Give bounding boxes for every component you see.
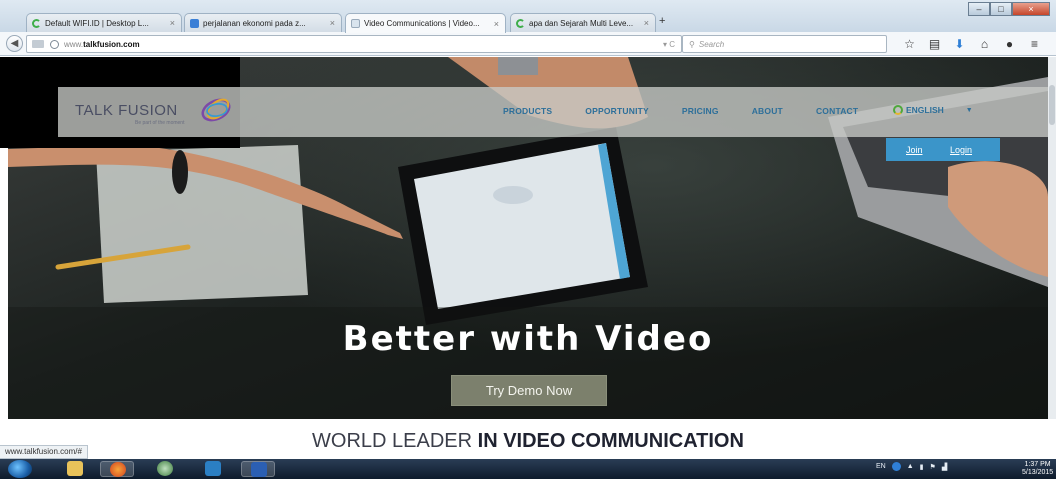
back-arrow-icon: ◀ bbox=[10, 38, 19, 49]
menu-pricing[interactable]: PRICING bbox=[682, 106, 719, 116]
maximize-button[interactable]: □ bbox=[990, 2, 1012, 16]
help-icon[interactable] bbox=[891, 462, 901, 471]
menu-icon[interactable]: ≡ bbox=[1025, 36, 1044, 52]
logo-text: TALK FUSION bbox=[75, 102, 178, 119]
media-center-icon[interactable] bbox=[148, 461, 182, 477]
browser-tab-strip: Default WIFI.ID | Desktop L... × perjala… bbox=[0, 0, 1056, 33]
firefox-glyph bbox=[110, 462, 126, 477]
tab-title: Default WIFI.ID | Desktop L... bbox=[45, 18, 149, 28]
minimize-button[interactable]: – bbox=[968, 2, 990, 16]
chat-icon[interactable]: ● bbox=[1000, 36, 1019, 52]
caret-down-icon: ▼ bbox=[965, 106, 973, 114]
talkfusion-logo[interactable]: TALK FUSION bbox=[75, 102, 178, 119]
download-icon[interactable]: ⬇ bbox=[950, 36, 969, 52]
tagline-light: WORLD LEADER bbox=[312, 430, 478, 452]
tab-close-icon[interactable]: × bbox=[644, 18, 649, 28]
tray-language[interactable]: EN bbox=[876, 463, 886, 470]
search-icon: ⚲ bbox=[689, 39, 695, 49]
window-controls: – □ × bbox=[968, 2, 1050, 16]
start-button[interactable] bbox=[8, 460, 32, 478]
scrollbar-thumb[interactable] bbox=[1049, 85, 1055, 125]
reading-list-icon[interactable]: ▤ bbox=[925, 36, 944, 52]
main-menu: PRODUCTS OPPORTUNITY PRICING ABOUT CONTA… bbox=[503, 106, 858, 116]
menu-opportunity[interactable]: OPPORTUNITY bbox=[585, 106, 649, 116]
url-prefix: www. bbox=[64, 39, 84, 49]
tab-video-communications[interactable]: Video Communications | Video... × bbox=[345, 13, 506, 33]
back-button[interactable]: ◀ bbox=[6, 35, 23, 52]
new-tab-button[interactable]: + bbox=[659, 15, 665, 27]
green-circle-icon bbox=[516, 18, 525, 28]
flag-icon[interactable]: ⚑ bbox=[930, 463, 936, 471]
reload-dropdown[interactable]: ▾ C bbox=[663, 40, 675, 49]
signal-icon[interactable]: ▟ bbox=[942, 463, 947, 471]
tab-close-icon[interactable]: × bbox=[330, 18, 335, 28]
tab-close-icon[interactable]: × bbox=[170, 18, 175, 28]
screen: Default WIFI.ID | Desktop L... × perjala… bbox=[0, 0, 1056, 479]
logo-swirl-icon bbox=[201, 98, 231, 122]
search-placeholder: Search bbox=[698, 39, 725, 49]
word-glyph bbox=[251, 462, 267, 477]
green-circle-icon bbox=[32, 18, 41, 28]
web-page: Better with Video Try Demo Now TALK FUSI… bbox=[0, 57, 1056, 479]
system-tray: EN ▲ ▮ ⚑ ▟ bbox=[876, 462, 947, 471]
login-link[interactable]: Login bbox=[950, 145, 972, 155]
tab-default-wifi[interactable]: Default WIFI.ID | Desktop L... × bbox=[26, 13, 182, 32]
network-icon[interactable]: ▲ bbox=[907, 463, 914, 470]
file-explorer-icon[interactable] bbox=[58, 461, 92, 477]
tab-title: Video Communications | Video... bbox=[364, 19, 480, 28]
hero-title: Better with Video bbox=[342, 319, 714, 359]
toolbar-icons: ☆ ▤ ⬇ ⌂ ● ≡ bbox=[900, 36, 1044, 52]
media-player-glyph bbox=[205, 461, 221, 476]
talkfusion-icon bbox=[351, 19, 360, 28]
status-url: www.talkfusion.com/# bbox=[0, 445, 88, 459]
firefox-icon[interactable] bbox=[100, 461, 134, 477]
logo-tagline: Be part of the moment bbox=[135, 120, 185, 126]
join-link[interactable]: Join bbox=[906, 145, 923, 155]
star-icon[interactable]: ☆ bbox=[900, 36, 919, 52]
url-domain: talkfusion.com bbox=[83, 39, 140, 49]
tab-close-icon[interactable]: × bbox=[494, 19, 499, 29]
clock-date: 5/13/2015 bbox=[1022, 469, 1054, 476]
url-text: www.talkfusion.com bbox=[64, 40, 140, 49]
tab-title: apa dan Sejarah Multi Leve... bbox=[529, 18, 634, 28]
tab-perjalanan[interactable]: perjalanan ekonomi pada z... × bbox=[184, 13, 342, 32]
media-player-icon[interactable] bbox=[196, 461, 230, 477]
page-scrollbar[interactable] bbox=[1048, 57, 1056, 419]
media-center-glyph bbox=[157, 461, 173, 476]
language-selector[interactable]: ENGLISH ▼ bbox=[893, 105, 973, 115]
browser-nav-bar: ◀ www.talkfusion.com ▾ C ⚲ Search ☆ ▤ ⬇ … bbox=[0, 32, 1056, 56]
windows-taskbar: EN ▲ ▮ ⚑ ▟ 1:37 PM 5/13/2015 bbox=[0, 459, 1056, 479]
blue-square-icon bbox=[190, 18, 199, 28]
auth-bar: Join Login bbox=[886, 138, 1000, 161]
try-demo-button[interactable]: Try Demo Now bbox=[451, 375, 607, 406]
word-icon[interactable] bbox=[241, 461, 275, 477]
folder-glyph bbox=[67, 461, 83, 476]
taskbar-clock[interactable]: 1:37 PM 5/13/2015 bbox=[1022, 461, 1053, 477]
language-label: ENGLISH bbox=[906, 105, 944, 115]
menu-about[interactable]: ABOUT bbox=[752, 106, 783, 116]
home-icon[interactable]: ⌂ bbox=[975, 36, 994, 52]
globe-icon bbox=[893, 105, 903, 115]
section-tagline: WORLD LEADER IN VIDEO COMMUNICATION bbox=[0, 430, 1056, 453]
globe-icon bbox=[50, 39, 59, 49]
close-window-button[interactable]: × bbox=[1012, 2, 1050, 16]
tab-title: perjalanan ekonomi pada z... bbox=[203, 18, 306, 28]
address-bar[interactable]: www.talkfusion.com ▾ C bbox=[26, 35, 682, 53]
menu-contact[interactable]: CONTACT bbox=[816, 106, 858, 116]
tab-multi-level[interactable]: apa dan Sejarah Multi Leve... × bbox=[510, 13, 656, 32]
identity-icon[interactable] bbox=[32, 40, 44, 48]
menu-products[interactable]: PRODUCTS bbox=[503, 106, 552, 116]
search-input[interactable]: ⚲ Search bbox=[682, 35, 887, 53]
battery-icon[interactable]: ▮ bbox=[920, 463, 924, 471]
clock-time: 1:37 PM bbox=[1024, 461, 1051, 468]
tagline-bold: IN VIDEO COMMUNICATION bbox=[477, 430, 744, 452]
